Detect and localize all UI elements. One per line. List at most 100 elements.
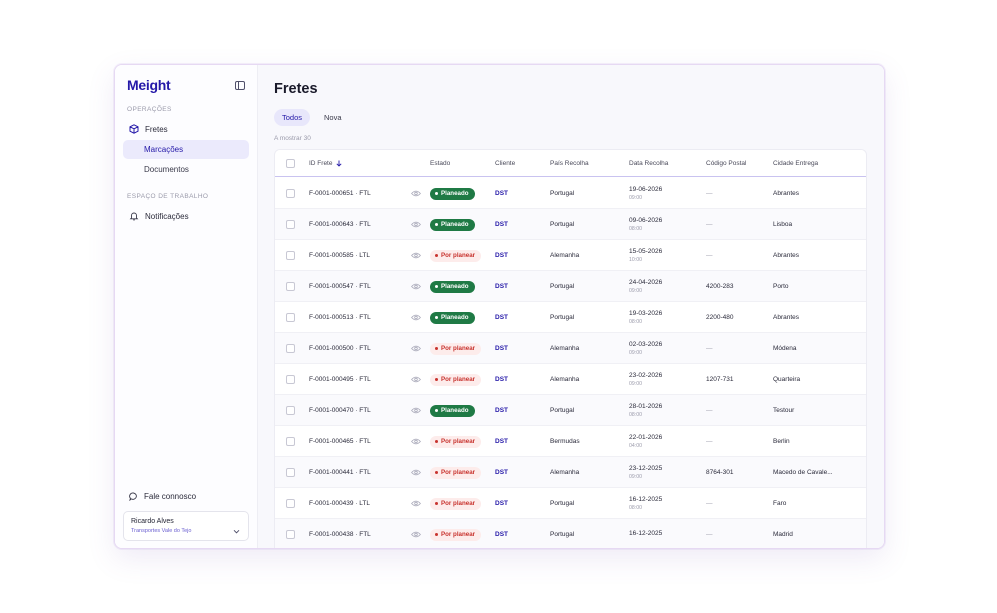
table-row[interactable]: F-0001-000547 · FTL Planeado DST Portugal 24…: [275, 271, 866, 302]
postal-code-cell: 4200-283: [706, 283, 734, 290]
user-menu[interactable]: Ricardo Alves Transportes Vale do Tejo: [123, 511, 249, 541]
status-cell: Planeado: [430, 302, 475, 333]
frete-id[interactable]: F-0001-000513 · FTL: [309, 302, 371, 333]
table-row[interactable]: F-0001-000585 · LTL Por planear DST Alemanh…: [275, 240, 866, 271]
row-checkbox[interactable]: [286, 313, 295, 322]
row-select-cell: [286, 209, 295, 240]
client-link[interactable]: DST: [495, 426, 508, 457]
chevron-down-icon: [233, 522, 240, 540]
eye-icon[interactable]: [411, 221, 421, 228]
eye-icon[interactable]: [411, 407, 421, 414]
pickup-date: 22-01-2026: [629, 434, 663, 441]
client-link[interactable]: DST: [495, 209, 508, 240]
row-checkbox[interactable]: [286, 251, 295, 260]
table-row[interactable]: F-0001-000643 · FTL Planeado DST Portugal 09…: [275, 209, 866, 240]
eye-icon[interactable]: [411, 283, 421, 290]
frete-id[interactable]: F-0001-000470 · FTL: [309, 395, 371, 426]
sidebar-item-label: Notificações: [145, 211, 189, 221]
table-row[interactable]: F-0001-000513 · FTL Planeado DST Portugal 19…: [275, 302, 866, 333]
date-cell: 09-06-2026 08:00: [629, 209, 662, 240]
eye-icon[interactable]: [411, 500, 421, 507]
frete-id[interactable]: F-0001-000651 · FTL: [309, 178, 371, 209]
date-cell: 24-04-2026 09:00: [629, 271, 662, 302]
table-row[interactable]: F-0001-000439 · LTL Por planear DST Portuga…: [275, 488, 866, 519]
client-link[interactable]: DST: [495, 333, 508, 364]
column-header-estado[interactable]: Estado: [430, 150, 450, 177]
view-cell: [411, 333, 421, 364]
column-header-cidade[interactable]: Cidade Entrega: [773, 150, 818, 177]
frete-id[interactable]: F-0001-000547 · FTL: [309, 271, 371, 302]
sidebar-item-marcacoes[interactable]: Marcações: [123, 140, 249, 159]
frete-id[interactable]: F-0001-000585 · LTL: [309, 240, 370, 271]
status-label: Planeado: [441, 314, 469, 321]
country-cell: Portugal: [550, 283, 575, 290]
frete-id[interactable]: F-0001-000643 · FTL: [309, 209, 371, 240]
row-checkbox[interactable]: [286, 437, 295, 446]
pickup-time: 09:00: [629, 288, 642, 294]
client-link[interactable]: DST: [495, 457, 508, 488]
eye-icon[interactable]: [411, 314, 421, 321]
eye-icon[interactable]: [411, 376, 421, 383]
frete-id[interactable]: F-0001-000438 · FTL: [309, 519, 371, 548]
column-header-id[interactable]: ID Frete: [309, 150, 343, 177]
row-checkbox[interactable]: [286, 282, 295, 291]
eye-icon[interactable]: [411, 345, 421, 352]
results-count: A mostrar 30: [274, 135, 311, 142]
eye-icon[interactable]: [411, 252, 421, 259]
sidebar-item-notificacoes[interactable]: Notificações: [123, 206, 249, 226]
column-header-cliente[interactable]: Cliente: [495, 150, 515, 177]
tab-nova[interactable]: Nova: [316, 109, 350, 126]
sidebar-collapse-icon[interactable]: [235, 81, 245, 90]
frete-id[interactable]: F-0001-000465 · FTL: [309, 426, 371, 457]
client-link[interactable]: DST: [495, 364, 508, 395]
sidebar-item-documentos[interactable]: Documentos: [123, 160, 249, 179]
row-checkbox[interactable]: [286, 499, 295, 508]
status-badge: Planeado: [430, 311, 475, 324]
pickup-time: 08:00: [629, 412, 642, 418]
table-row[interactable]: F-0001-000465 · FTL Por planear DST Bermuda…: [275, 426, 866, 457]
sidebar-item-fretes[interactable]: Fretes: [123, 119, 249, 139]
table-row[interactable]: F-0001-000470 · FTL Planeado DST Portugal 28…: [275, 395, 866, 426]
row-checkbox[interactable]: [286, 189, 295, 198]
status-label: Por planear: [441, 345, 476, 352]
client-link[interactable]: DST: [495, 271, 508, 302]
row-checkbox[interactable]: [286, 375, 295, 384]
tab-todos[interactable]: Todos: [274, 109, 311, 126]
eye-icon[interactable]: [411, 190, 421, 197]
date-cell: 15-05-2026 10:00: [629, 240, 662, 271]
row-checkbox[interactable]: [286, 220, 295, 229]
frete-id[interactable]: F-0001-000495 · FTL: [309, 364, 371, 395]
row-checkbox[interactable]: [286, 530, 295, 539]
table-row[interactable]: F-0001-000500 · FTL Por planear DST Alemanh…: [275, 333, 866, 364]
frete-id[interactable]: F-0001-000439 · LTL: [309, 488, 370, 519]
view-cell: [411, 395, 421, 426]
table-row[interactable]: F-0001-000441 · FTL Por planear DST Alemanh…: [275, 457, 866, 488]
frete-id[interactable]: F-0001-000441 · FTL: [309, 457, 371, 488]
table-row[interactable]: F-0001-000438 · FTL Por planear DST Portuga…: [275, 519, 866, 548]
row-checkbox[interactable]: [286, 406, 295, 415]
contact-link[interactable]: Fale connosco: [129, 492, 196, 501]
select-all-checkbox[interactable]: [286, 159, 295, 168]
bell-icon: [129, 211, 139, 221]
row-select-cell: [286, 519, 295, 548]
row-checkbox[interactable]: [286, 344, 295, 353]
eye-icon[interactable]: [411, 531, 421, 538]
city-cell: Testour: [773, 407, 795, 414]
table-row[interactable]: F-0001-000495 · FTL Por planear DST Alemanh…: [275, 364, 866, 395]
view-cell: [411, 178, 421, 209]
column-header-codigo[interactable]: Código Postal: [706, 150, 746, 177]
status-label: Por planear: [441, 500, 476, 507]
client-link[interactable]: DST: [495, 240, 508, 271]
client-link[interactable]: DST: [495, 395, 508, 426]
row-checkbox[interactable]: [286, 468, 295, 477]
column-header-pais[interactable]: País Recolha: [550, 150, 589, 177]
eye-icon[interactable]: [411, 438, 421, 445]
client-link[interactable]: DST: [495, 488, 508, 519]
table-row[interactable]: F-0001-000651 · FTL Planeado DST Portugal 19…: [275, 178, 866, 209]
eye-icon[interactable]: [411, 469, 421, 476]
frete-id[interactable]: F-0001-000500 · FTL: [309, 333, 371, 364]
client-link[interactable]: DST: [495, 178, 508, 209]
client-link[interactable]: DST: [495, 302, 508, 333]
column-header-data[interactable]: Data Recolha: [629, 150, 668, 177]
client-link[interactable]: DST: [495, 519, 508, 548]
